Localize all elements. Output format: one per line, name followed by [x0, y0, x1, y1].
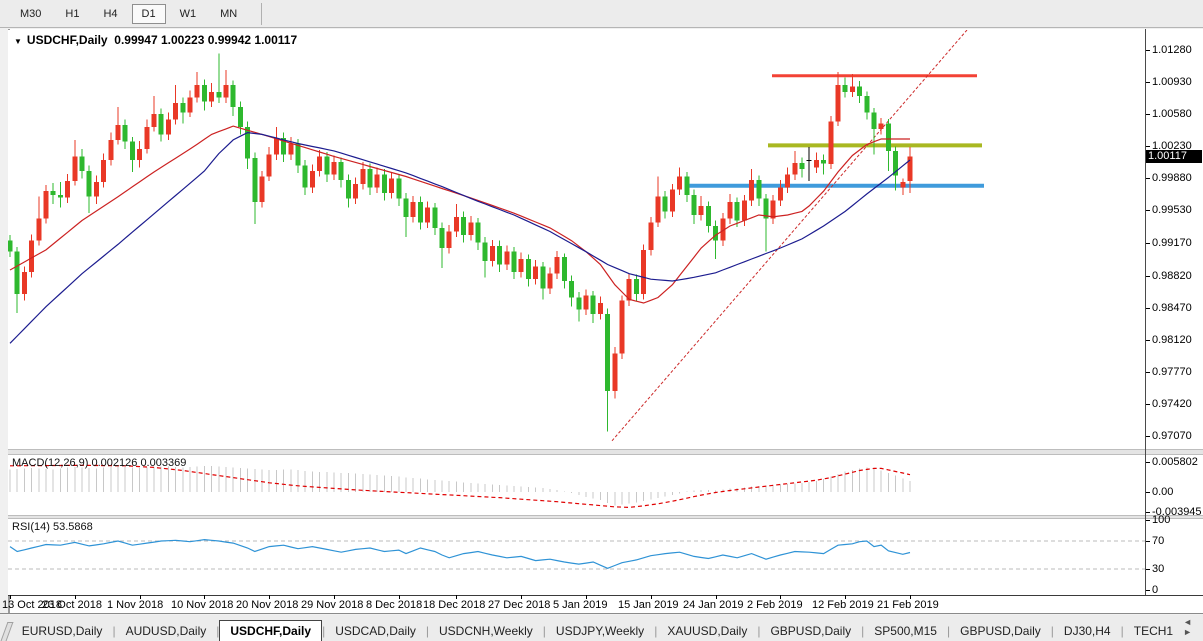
- window-frame-bottom: [0, 613, 1203, 614]
- macd-axis-label: 0.00: [1152, 486, 1174, 498]
- time-axis-label: 1 Nov 2018: [107, 599, 164, 611]
- macd-axis-label-tick: [1146, 462, 1150, 463]
- price-axis-label: 0.99170: [1152, 237, 1192, 249]
- price-axis-label: 1.01280: [1152, 44, 1192, 56]
- rsi-axis-label-tick: [1146, 569, 1150, 570]
- price-axis-label-tick: [1146, 404, 1150, 405]
- chart-tab-eurusd-daily[interactable]: EURUSD,Daily: [12, 621, 113, 641]
- price-axis-label: 0.97070: [1152, 430, 1192, 442]
- price-axis-label: 0.98820: [1152, 270, 1192, 282]
- macd-label: MACD(12,26,9) 0.002126 0.003369: [12, 457, 187, 469]
- tab-scroll-arrows[interactable]: ◄ ►: [1183, 617, 1203, 641]
- main-chart-panel[interactable]: [8, 30, 1145, 449]
- rsi-axis-label: 70: [1152, 535, 1165, 547]
- time-axis-label: 10 Nov 2018: [171, 599, 234, 611]
- rsi-axis-label: 0: [1152, 584, 1159, 596]
- ma-slow-line: [9, 131, 911, 344]
- price-axis-label-tick: [1146, 146, 1150, 147]
- chart-tab-dj30-h4[interactable]: DJ30,H4: [1054, 621, 1121, 641]
- timeframe-button-mn[interactable]: MN: [210, 4, 247, 24]
- timeframe-button-d1[interactable]: D1: [131, 3, 166, 24]
- time-axis-label: 5 Jan 2019: [553, 599, 608, 611]
- main-chart-svg[interactable]: [8, 30, 1145, 449]
- time-axis-label: 24 Jan 2019: [683, 599, 744, 611]
- rsi-axis-label-tick: [1146, 541, 1150, 542]
- price-axis-label: 1.00230: [1152, 140, 1192, 152]
- chart-tab-bar: EURUSD,Daily | AUDUSD,Daily | USDCHF,Daily | U…: [0, 615, 1203, 641]
- time-axis-label: 15 Jan 2019: [618, 599, 679, 611]
- price-axis-label-tick: [1146, 340, 1150, 341]
- chart-tab-sp500-m15[interactable]: SP500,M15: [864, 621, 947, 641]
- chart-symbol: USDCHF,Daily: [26, 33, 108, 47]
- price-axis-label: 0.98470: [1152, 302, 1192, 314]
- macd-value-signal: 0.003369: [140, 457, 187, 469]
- time-axis-label: 12 Feb 2019: [812, 599, 874, 611]
- time-axis-label: 20 Nov 2018: [236, 599, 299, 611]
- rsi-axis-label: 30: [1152, 563, 1165, 575]
- rsi-label: RSI(14) 53.5868: [12, 521, 93, 533]
- timeframe-toolbar: M30 H1 H4 D1 W1 MN: [0, 0, 1203, 28]
- price-axis-label-tick: [1146, 276, 1150, 277]
- price-axis-label: 0.99880: [1152, 172, 1192, 184]
- price-axis-label-tick: [1146, 50, 1150, 51]
- macd-axis-label: 0.005802: [1152, 456, 1198, 468]
- chart-tab-gbpusd-daily[interactable]: GBPUSD,Daily: [760, 621, 861, 641]
- chart-tab-usdcnh-weekly[interactable]: USDCNH,Weekly: [429, 621, 543, 641]
- price-axis-label: 0.98120: [1152, 334, 1192, 346]
- time-axis-border: [8, 595, 1203, 596]
- time-axis-label: 29 Nov 2018: [301, 599, 364, 611]
- time-axis-label: 2 Feb 2019: [747, 599, 803, 611]
- chart-tab-xauusd-daily[interactable]: XAUUSD,Daily: [657, 621, 757, 641]
- price-axis-label-tick: [1146, 308, 1150, 309]
- macd-value-main: 0.002126: [91, 457, 138, 469]
- chart-tab-usdjpy-weekly[interactable]: USDJPY,Weekly: [546, 621, 654, 641]
- rsi-value: 53.5868: [52, 521, 93, 533]
- ascending-trendline[interactable]: [611, 30, 968, 442]
- rsi-line: [9, 538, 911, 569]
- chart-tab-usdchf-daily[interactable]: USDCHF,Daily: [219, 620, 323, 641]
- price-axis-label: 0.99530: [1152, 204, 1192, 216]
- rsi-axis-label-tick: [1146, 590, 1150, 591]
- toolbar-separator: [261, 2, 263, 25]
- macd-histogram: [9, 465, 911, 506]
- price-axis-label-tick: [1146, 210, 1150, 211]
- timeframe-button-m30[interactable]: M30: [10, 4, 51, 24]
- price-axis-label: 1.00580: [1152, 108, 1192, 120]
- chart-tab-audusd-daily[interactable]: AUDUSD,Daily: [116, 621, 217, 641]
- price-axis-label-tick: [1146, 436, 1150, 437]
- chart-ohlc: 0.99947 1.00223 0.99942 1.00117: [114, 33, 298, 47]
- price-axis-label-tick: [1146, 178, 1150, 179]
- time-axis-label: 18 Dec 2018: [423, 599, 486, 611]
- timeframe-button-h1[interactable]: H1: [55, 4, 89, 24]
- chart-tab-tech1[interactable]: TECH1: [1124, 621, 1183, 641]
- price-axis-label: 0.97420: [1152, 398, 1192, 410]
- rsi-panel[interactable]: [8, 519, 1145, 595]
- time-axis-label: 8 Dec 2018: [366, 599, 423, 611]
- time-axis-label: 27 Dec 2018: [488, 599, 551, 611]
- time-axis-label: 23 Oct 2018: [42, 599, 102, 611]
- price-axis-label: 0.97770: [1152, 366, 1192, 378]
- price-axis-label-tick: [1146, 82, 1150, 83]
- mt4-window: M30 H1 H4 D1 W1 MN ▼ USDCHF,Daily 0.99947 1.00…: [0, 0, 1203, 641]
- chart-tab-gbpusd-daily[interactable]: GBPUSD,Daily: [950, 621, 1051, 641]
- chart-title: ▼ USDCHF,Daily 0.99947 1.00223 0.99942 1.…: [14, 33, 297, 47]
- price-axis-label-tick: [1146, 372, 1150, 373]
- price-axis-label: 1.00930: [1152, 76, 1192, 88]
- candles-group: [8, 53, 913, 432]
- macd-axis-label-tick: [1146, 492, 1150, 493]
- rsi-axis-label: 100: [1152, 514, 1171, 526]
- price-axis-label-tick: [1146, 114, 1150, 115]
- timeframe-button-h4[interactable]: H4: [93, 4, 127, 24]
- macd-axis-label-tick: [1146, 512, 1150, 513]
- time-axis-label: 21 Feb 2019: [877, 599, 939, 611]
- chart-tab-usdcad-daily[interactable]: USDCAD,Daily: [325, 621, 426, 641]
- chart-menu-arrow-icon[interactable]: ▼: [14, 37, 22, 46]
- timeframe-button-w1[interactable]: W1: [170, 4, 207, 24]
- rsi-axis-label-tick: [1146, 520, 1150, 521]
- rsi-svg[interactable]: [8, 519, 1145, 595]
- price-axis-label-tick: [1146, 243, 1150, 244]
- macd-signal-line: [10, 464, 911, 509]
